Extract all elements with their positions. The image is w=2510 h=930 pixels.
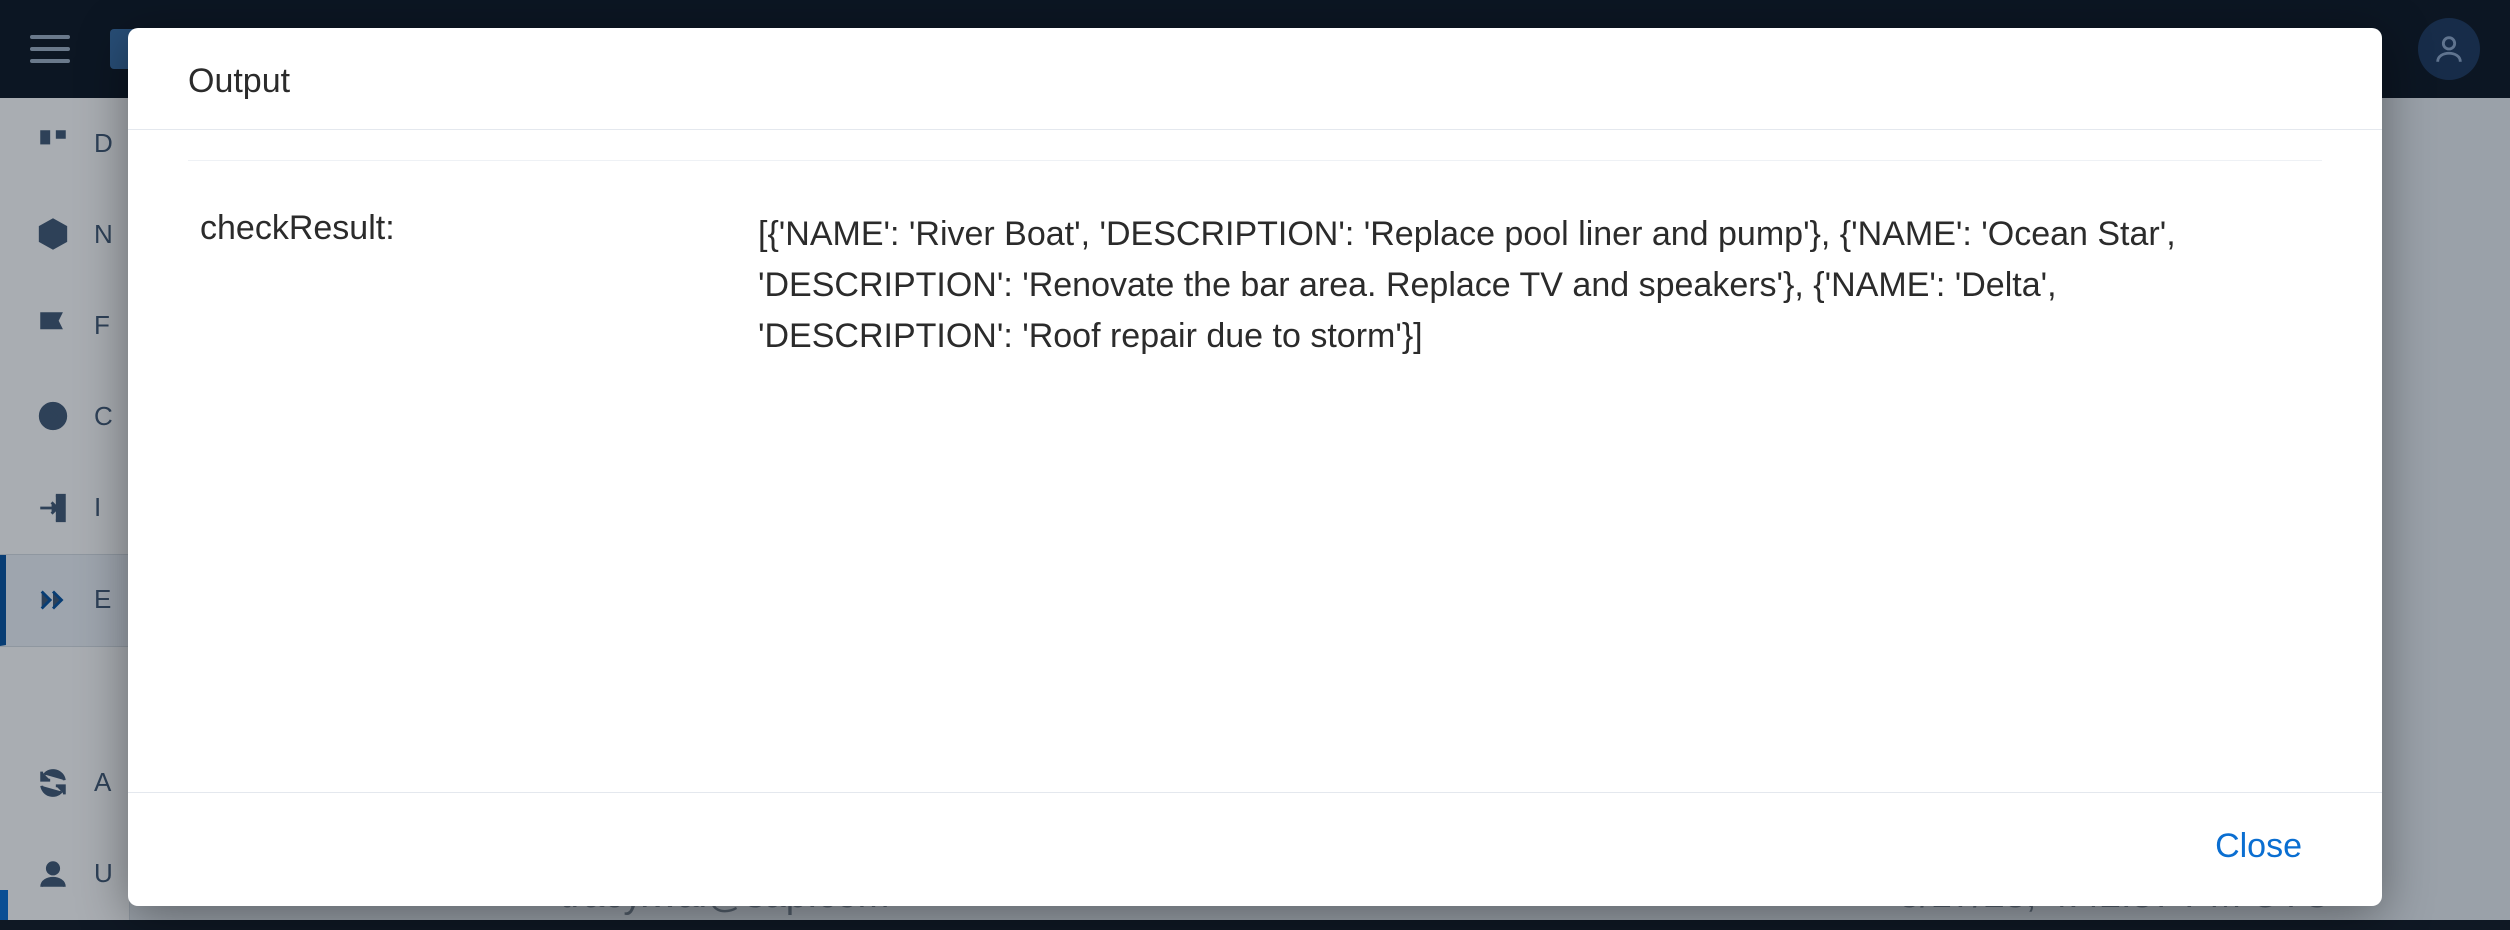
output-row-value: [{'NAME': 'River Boat', 'DESCRIPTION': '… (758, 209, 2322, 362)
close-button[interactable]: Close (2195, 817, 2322, 876)
output-row: checkResult: [{'NAME': 'River Boat', 'DE… (188, 160, 2322, 386)
output-row-label: checkResult: (188, 209, 718, 248)
dialog-title: Output (188, 62, 2322, 101)
dialog-header: Output (128, 28, 2382, 130)
dialog-footer: Close (128, 792, 2382, 906)
dialog-body: checkResult: [{'NAME': 'River Boat', 'DE… (128, 130, 2382, 792)
output-dialog: Output checkResult: [{'NAME': 'River Boa… (128, 28, 2382, 906)
